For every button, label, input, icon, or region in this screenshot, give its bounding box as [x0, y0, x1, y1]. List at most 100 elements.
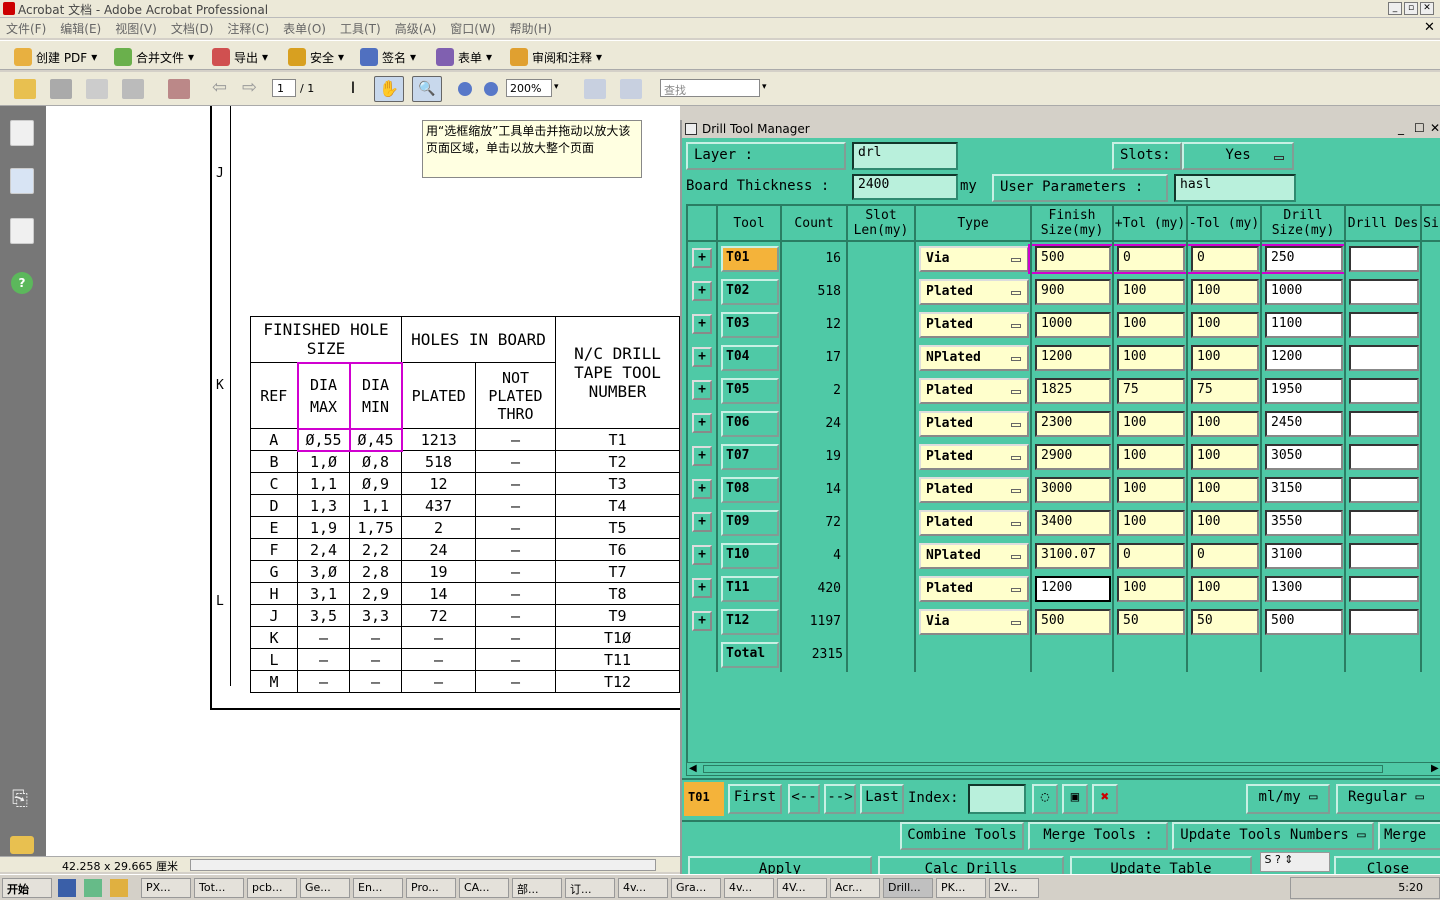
drill-size-field[interactable]: 1000: [1265, 279, 1343, 305]
security-button[interactable]: 安全 ▾: [288, 47, 344, 67]
type-select[interactable]: Plated: [919, 411, 1029, 437]
scroll-right-icon[interactable]: ▶: [1431, 763, 1439, 774]
minus-tol-field[interactable]: 0: [1191, 543, 1259, 569]
drill-des-field[interactable]: [1349, 345, 1419, 371]
taskbar-task[interactable]: 4v...: [724, 877, 774, 898]
plus-tol-field[interactable]: 100: [1117, 510, 1185, 536]
table-horizontal-scrollbar[interactable]: ◀ ▶: [686, 762, 1440, 776]
expand-row-button[interactable]: +: [692, 347, 712, 367]
minus-tol-field[interactable]: 100: [1191, 477, 1259, 503]
plus-tol-field[interactable]: 100: [1117, 279, 1185, 305]
expand-row-button[interactable]: +: [692, 248, 712, 268]
board-thickness-field[interactable]: 2400: [852, 174, 958, 200]
type-select[interactable]: Plated: [919, 378, 1029, 404]
minus-tol-field[interactable]: 100: [1191, 510, 1259, 536]
drill-des-field[interactable]: [1349, 576, 1419, 602]
plus-tol-field[interactable]: 50: [1117, 609, 1185, 635]
type-select[interactable]: Plated: [919, 444, 1029, 470]
taskbar-task[interactable]: PX...: [141, 877, 191, 898]
pages-icon[interactable]: [10, 120, 34, 146]
tool-button[interactable]: T12: [721, 609, 779, 635]
search-doc-icon[interactable]: [168, 79, 190, 99]
tool-button[interactable]: T05: [721, 378, 779, 404]
search-input[interactable]: 查找: [660, 79, 760, 97]
chevron-down-icon[interactable]: ▾: [554, 82, 559, 92]
prev-button[interactable]: <--: [788, 784, 820, 814]
taskbar-task[interactable]: Acr...: [830, 877, 880, 898]
minus-tol-field[interactable]: 100: [1191, 576, 1259, 602]
finish-size-field[interactable]: 2300: [1035, 411, 1111, 437]
tool-button[interactable]: T03: [721, 312, 779, 338]
zoom-level-select[interactable]: 200%: [506, 79, 552, 97]
next-page-icon[interactable]: ⇨: [242, 79, 264, 99]
expand-row-button[interactable]: +: [692, 281, 712, 301]
user-parameters-button[interactable]: User Parameters :: [992, 174, 1168, 202]
taskbar-task[interactable]: Drill...: [883, 877, 933, 898]
drill-size-field[interactable]: 1200: [1265, 345, 1343, 371]
type-select[interactable]: NPlated: [919, 345, 1029, 371]
fit-page-icon[interactable]: [584, 79, 606, 99]
drill-size-field[interactable]: 3150: [1265, 477, 1343, 503]
dtm-maximize-button[interactable]: ☐: [1414, 121, 1425, 135]
finish-size-field[interactable]: 3100.07: [1035, 543, 1111, 569]
marquee-zoom-icon[interactable]: 🔍: [412, 76, 442, 102]
drill-des-field[interactable]: [1349, 378, 1419, 404]
drill-des-field[interactable]: [1349, 444, 1419, 470]
index-field[interactable]: [968, 784, 1026, 814]
drill-des-field[interactable]: [1349, 279, 1419, 305]
menu-edit[interactable]: 编辑(E): [60, 22, 101, 36]
tool-button[interactable]: T11: [721, 576, 779, 602]
scroll-left-icon[interactable]: ◀: [689, 763, 697, 774]
finish-size-field[interactable]: 1825: [1035, 378, 1111, 404]
print-icon[interactable]: [50, 79, 72, 99]
taskbar-task[interactable]: Tot...: [194, 877, 244, 898]
drill-size-field[interactable]: 1950: [1265, 378, 1343, 404]
drill-des-field[interactable]: [1349, 543, 1419, 569]
plus-tol-field[interactable]: 100: [1117, 477, 1185, 503]
taskbar-task[interactable]: 订...: [565, 877, 615, 898]
plus-tol-field[interactable]: 100: [1117, 576, 1185, 602]
type-select[interactable]: Via: [919, 609, 1029, 635]
close-button[interactable]: ✕: [1420, 2, 1434, 15]
minus-tol-field[interactable]: 50: [1191, 609, 1259, 635]
taskbar-task[interactable]: 2V...: [989, 877, 1039, 898]
menu-comments[interactable]: 注释(C): [227, 22, 269, 36]
finish-size-field[interactable]: 2900: [1035, 444, 1111, 470]
layer-field[interactable]: drl: [852, 142, 958, 170]
drill-size-field[interactable]: 1300: [1265, 576, 1343, 602]
bookmarks-icon[interactable]: [10, 168, 34, 194]
expand-row-button[interactable]: +: [692, 512, 712, 532]
menu-advanced[interactable]: 高级(A): [395, 22, 437, 36]
plus-tol-field[interactable]: 100: [1117, 312, 1185, 338]
bulb-icon[interactable]: ◌: [1032, 784, 1058, 814]
finish-size-field[interactable]: 3400: [1035, 510, 1111, 536]
drill-size-field[interactable]: 3050: [1265, 444, 1343, 470]
first-button[interactable]: First: [728, 784, 782, 814]
drill-des-field[interactable]: [1349, 312, 1419, 338]
taskbar-task[interactable]: 部...: [512, 877, 562, 898]
email-icon[interactable]: [122, 79, 144, 99]
menu-forms[interactable]: 表单(O): [283, 22, 326, 36]
horizontal-scrollbar[interactable]: [190, 859, 656, 871]
document-view[interactable]: J K L FINISHED HOLE SIZE HOLES IN BOARD …: [46, 106, 680, 856]
save-icon[interactable]: [86, 79, 108, 99]
tool-button[interactable]: T09: [721, 510, 779, 536]
finish-size-field[interactable]: 1200: [1035, 576, 1111, 602]
image-icon[interactable]: ▣: [1062, 784, 1088, 814]
ime-toolbar[interactable]: S ? ⇕: [1260, 852, 1330, 872]
drill-des-field[interactable]: [1349, 510, 1419, 536]
taskbar-task[interactable]: CA...: [459, 877, 509, 898]
delete-icon[interactable]: ✖: [1092, 784, 1118, 814]
type-select[interactable]: Plated: [919, 576, 1029, 602]
drill-size-field[interactable]: 500: [1265, 609, 1343, 635]
combine-files-button[interactable]: 合并文件 ▾: [114, 47, 194, 67]
open-folder-icon[interactable]: [14, 79, 36, 99]
taskbar-task[interactable]: 4v...: [618, 877, 668, 898]
drill-des-field[interactable]: [1349, 411, 1419, 437]
minus-tol-field[interactable]: 100: [1191, 279, 1259, 305]
menu-file[interactable]: 文件(F): [6, 22, 46, 36]
type-select[interactable]: Plated: [919, 510, 1029, 536]
drill-size-field[interactable]: 2450: [1265, 411, 1343, 437]
drill-des-field[interactable]: [1349, 246, 1419, 272]
signatures-icon[interactable]: [10, 218, 34, 244]
